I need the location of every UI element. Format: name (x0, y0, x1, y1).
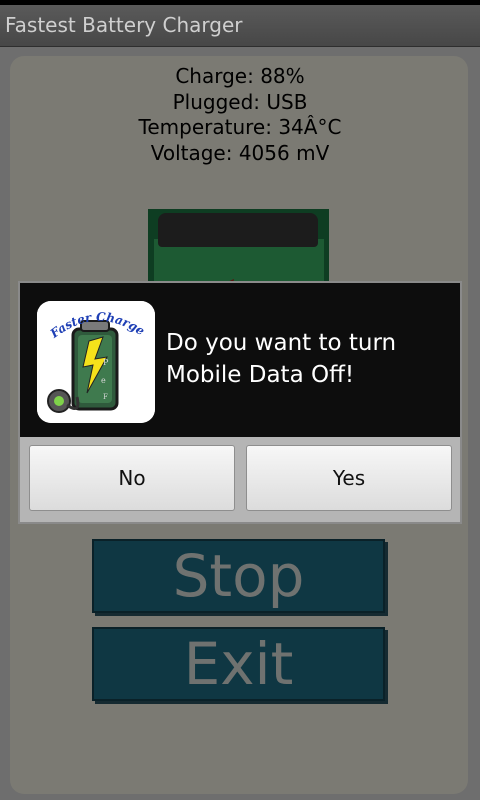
stop-button[interactable]: Stop (92, 539, 385, 613)
dialog-message: Do you want to turn Mobile Data Off! (166, 327, 451, 391)
dialog-message-line1: Do you want to turn (166, 330, 397, 356)
voltage-text: Voltage: 4056 mV (150, 140, 330, 165)
screen: Fastest Battery Charger Charge: 88% Plug… (0, 0, 480, 800)
plugged-text: Plugged: USB (172, 89, 308, 114)
app-icon-graphic: P e F Faster Charger (37, 301, 155, 423)
battery-cap (158, 213, 318, 247)
battery-lightning-icon: P e F Faster Charger (37, 301, 155, 423)
charge-text: Charge: 88% (175, 64, 305, 88)
dialog-message-line2: Mobile Data Off! (166, 362, 355, 388)
app-title: Fastest Battery Charger (5, 13, 243, 37)
yes-button[interactable]: Yes (246, 445, 452, 511)
dialog-button-bar: No Yes (20, 437, 460, 522)
svg-text:F: F (103, 393, 108, 401)
no-button[interactable]: No (29, 445, 235, 511)
dialog-content: P e F Faster Charger Do you want to turn… (20, 283, 460, 437)
svg-text:P: P (103, 358, 109, 367)
battery-stats: Charge: 88% Plugged: USB Temperature: 34… (0, 64, 480, 166)
exit-button[interactable]: Exit (92, 627, 385, 701)
title-bar: Fastest Battery Charger (0, 5, 480, 47)
svg-text:e: e (101, 376, 106, 385)
mobile-data-dialog: P e F Faster Charger Do you want to turn… (18, 281, 462, 524)
temperature-text: Temperature: 34Â°C (138, 115, 342, 139)
